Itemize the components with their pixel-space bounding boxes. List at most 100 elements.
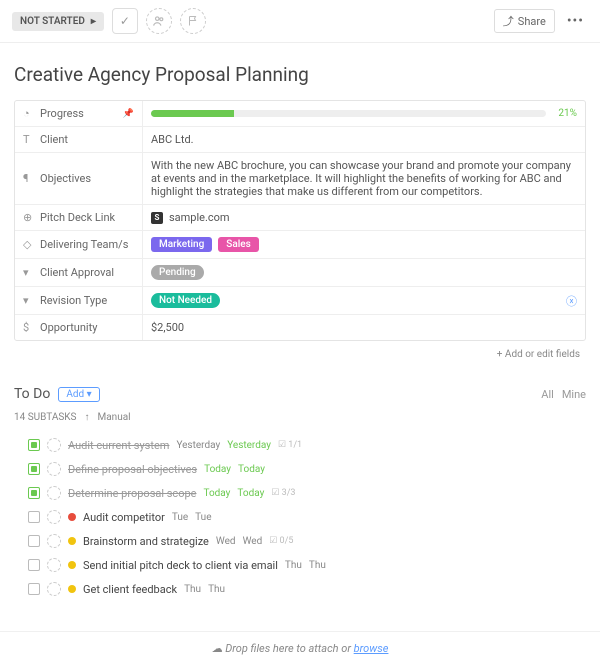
clear-icon[interactable]: ⓧ xyxy=(566,293,577,309)
client-value[interactable]: ABC Ltd. xyxy=(143,127,585,152)
field-label: Client Approval xyxy=(40,266,114,279)
task-checkbox[interactable] xyxy=(28,463,40,475)
flag-icon xyxy=(187,15,199,27)
revision-value[interactable]: Not Needed ⓧ xyxy=(143,287,585,314)
opportunity-value[interactable]: $2,500 xyxy=(143,315,585,340)
task-row[interactable]: Audit competitorTueTue xyxy=(14,505,586,529)
field-opportunity: $ Opportunity $2,500 xyxy=(15,315,585,340)
text-icon: ¶ xyxy=(23,172,35,185)
pitch-link-value[interactable]: Ssample.com xyxy=(143,205,585,230)
sort-mode[interactable]: Manual xyxy=(98,412,131,423)
todo-header: To Do Add ▾ All Mine xyxy=(14,386,586,402)
status-label: NOT STARTED xyxy=(20,16,85,27)
priority-dot xyxy=(68,585,76,593)
field-label: Opportunity xyxy=(40,321,97,334)
subtask-count: ☑ 1/1 xyxy=(278,440,302,450)
field-progress: ◔Progress📌 21% xyxy=(15,101,585,127)
dropdown-icon: ▾ xyxy=(23,266,35,279)
share-button[interactable]: ⤴ Share xyxy=(494,9,555,33)
progress-pct: 21% xyxy=(558,108,577,119)
chevron-right-icon: ▸ xyxy=(91,16,96,27)
task-checkbox[interactable] xyxy=(28,511,40,523)
task-row[interactable]: Get client feedback Thu Thu xyxy=(14,577,586,601)
assignee-icon[interactable] xyxy=(47,438,61,452)
task-checkbox[interactable] xyxy=(28,439,40,451)
subtask-header: 14 SUBTASKS ↑ Manual xyxy=(14,412,586,423)
task-row[interactable]: Brainstorm and strategizeWedWed☑ 0/5 xyxy=(14,529,586,553)
task-checkbox[interactable] xyxy=(28,487,40,499)
assignee-icon[interactable] xyxy=(47,534,61,548)
task-date-1: Today xyxy=(203,488,230,499)
more-icon: ••• xyxy=(567,13,584,29)
task-row[interactable]: Determine proposal scopeTodayToday☑ 3/3 xyxy=(14,481,586,505)
task-row[interactable]: Define proposal objectivesTodayToday xyxy=(14,457,586,481)
task-checkbox[interactable] xyxy=(28,535,40,547)
cloud-icon: ☁ xyxy=(212,642,223,655)
assignee-icon[interactable] xyxy=(47,558,61,572)
dropdown-icon: ▾ xyxy=(23,294,35,307)
task-date-1: Tue xyxy=(172,512,188,523)
more-button[interactable]: ••• xyxy=(563,13,588,29)
field-label: Pitch Deck Link xyxy=(40,211,115,224)
progress-value[interactable]: 21% xyxy=(143,101,585,126)
assignee-button[interactable] xyxy=(146,8,172,34)
fields-table: ◔Progress📌 21% TClient ABC Ltd. ¶Objecti… xyxy=(14,100,586,341)
task-name: Get client feedback xyxy=(83,583,177,596)
assignee-icon[interactable] xyxy=(47,582,61,596)
subtask-count: ☑ 0/5 xyxy=(269,536,293,546)
add-fields-link[interactable]: + Add or edit fields xyxy=(14,341,586,364)
assignee-icon[interactable] xyxy=(47,462,61,476)
task-checkbox[interactable] xyxy=(28,583,40,595)
approval-value[interactable]: Pending xyxy=(143,259,585,286)
field-label: Revision Type xyxy=(40,294,107,307)
filter-all[interactable]: All xyxy=(541,388,554,401)
task-name: Audit competitor xyxy=(83,511,165,524)
subtask-count: 14 SUBTASKS xyxy=(14,412,77,423)
field-label: Progress xyxy=(40,107,84,120)
sort-icon: ↑ xyxy=(85,412,90,423)
objectives-value[interactable]: With the new ABC brochure, you can showc… xyxy=(143,153,585,204)
task-date-2: Wed xyxy=(243,536,263,547)
link-icon: ⊕ xyxy=(23,211,35,224)
status-button[interactable]: NOT STARTED ▸ xyxy=(12,12,104,31)
field-revision: ▾ Revision Type Not Needed ⓧ xyxy=(15,287,585,315)
add-task-button[interactable]: Add ▾ xyxy=(58,387,99,402)
task-date-1: Today xyxy=(204,464,231,475)
pin-icon: 📌 xyxy=(123,109,134,119)
task-row[interactable]: Audit current systemYesterdayYesterday☑ … xyxy=(14,433,586,457)
drop-text: Drop files here to attach or xyxy=(225,642,353,655)
approval-chip: Pending xyxy=(151,265,204,280)
assignee-icon[interactable] xyxy=(47,486,61,500)
tag-icon: ◇ xyxy=(23,238,35,251)
team-chip: Marketing xyxy=(151,237,212,252)
subtask-count: ☑ 3/3 xyxy=(271,488,295,498)
task-date-1: Thu xyxy=(184,584,201,595)
team-chip: Sales xyxy=(218,237,259,252)
text-icon: T xyxy=(23,133,35,146)
task-date-1: Yesterday xyxy=(176,440,220,451)
progress-fill xyxy=(151,110,234,117)
toolbar: NOT STARTED ▸ ✓ ⤴ Share ••• xyxy=(0,0,600,43)
money-icon: $ xyxy=(23,321,35,334)
priority-button[interactable] xyxy=(180,8,206,34)
field-objectives: ¶ Objectives With the new ABC brochure, y… xyxy=(15,153,585,205)
task-date-2: Thu xyxy=(208,584,225,595)
revision-chip: Not Needed xyxy=(151,293,220,308)
task-name: Determine proposal scope xyxy=(68,487,196,500)
task-name: Send initial pitch deck to client via em… xyxy=(83,559,278,572)
task-name: Brainstorm and strategize xyxy=(83,535,209,548)
assignee-icon[interactable] xyxy=(47,510,61,524)
field-label: Objectives xyxy=(40,172,91,185)
task-checkbox[interactable] xyxy=(28,559,40,571)
browse-link[interactable]: browse xyxy=(354,642,389,655)
task-row[interactable]: Send initial pitch deck to client via em… xyxy=(14,553,586,577)
priority-dot xyxy=(68,513,76,521)
task-name: Audit current system xyxy=(68,439,169,452)
teams-value[interactable]: Marketing Sales xyxy=(143,231,585,258)
task-list: Audit current systemYesterdayYesterday☑ … xyxy=(14,433,586,601)
check-icon: ✓ xyxy=(120,14,130,28)
priority-dot xyxy=(68,561,76,569)
filter-mine[interactable]: Mine xyxy=(562,388,586,401)
drop-zone[interactable]: ☁ Drop files here to attach or browse xyxy=(0,631,600,665)
check-button[interactable]: ✓ xyxy=(112,8,138,34)
